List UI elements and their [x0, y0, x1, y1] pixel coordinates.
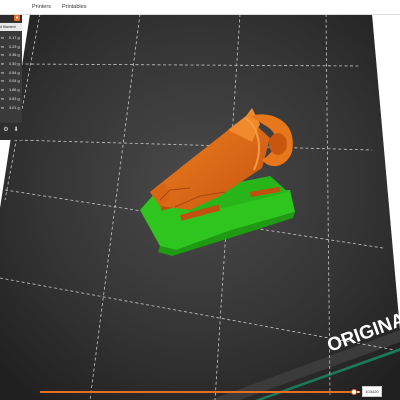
- settings-icon[interactable]: ⚙: [3, 127, 9, 134]
- export-icon[interactable]: ⬇: [13, 127, 19, 134]
- filament-label: d filament: [0, 23, 22, 31]
- layer-slider-fill: [40, 391, 354, 393]
- print-bed-scene[interactable]: ORIGINAL: [0, 14, 400, 400]
- filament-row: m 1.86 g: [1, 88, 20, 93]
- collapse-arrow-icon[interactable]: ▾: [14, 15, 20, 21]
- filament-row: m 0.17 g: [1, 36, 20, 40]
- filament-row: m 0.30 g: [1, 62, 20, 67]
- panel-actions: ⚙ ⬇: [0, 123, 22, 140]
- filament-row: m 3.01 g: [1, 105, 20, 110]
- tab-printables[interactable]: Printables: [62, 4, 86, 10]
- filament-row: m 0.63 g: [1, 96, 20, 101]
- sliced-info-panel: ▾ d filament m 0.17 g m 0.23 g m 0.36 g m 0.…: [0, 14, 22, 140]
- filament-row: m 0.36 g: [1, 53, 20, 58]
- filament-row: m 0.23 g: [1, 44, 20, 49]
- 3d-viewport[interactable]: ORIGINAL: [0, 14, 400, 400]
- filament-row: m 0.04 g: [1, 79, 20, 84]
- filament-row: m 0.54 g: [1, 70, 20, 75]
- layer-height-value[interactable]: 103420: [362, 386, 382, 397]
- top-tab-bar: Printers Printables: [0, 0, 400, 15]
- filament-usage-list: m 0.17 g m 0.23 g m 0.36 g m 0.30 g m 0.54 g …: [0, 34, 22, 112]
- tab-printers[interactable]: Printers: [32, 4, 51, 10]
- panel-header: ▾: [0, 14, 22, 22]
- layer-slider[interactable]: [40, 389, 360, 395]
- layer-slider-handle[interactable]: [350, 389, 357, 395]
